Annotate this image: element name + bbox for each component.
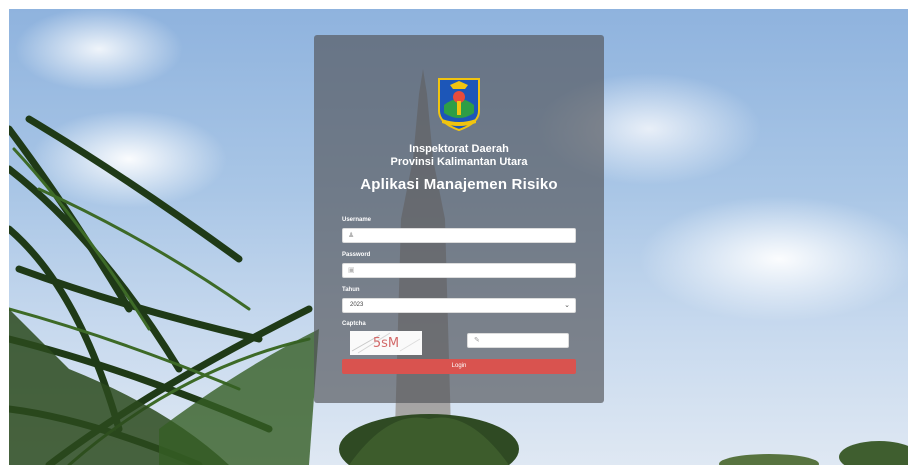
captcha-text: 5sM [372, 336, 400, 351]
user-icon: ♟ [348, 232, 355, 239]
tahun-selected-value: 2023 [350, 302, 364, 308]
top-margin [0, 0, 908, 9]
captcha-input[interactable] [484, 334, 564, 347]
captcha-label: Captcha [342, 321, 366, 327]
org-name-line1: Inspektorat Daerah [409, 143, 509, 155]
password-label: Password [342, 252, 371, 258]
login-panel: Inspektorat Daerah Provinsi Kalimantan U… [314, 35, 604, 403]
captcha-image: 5sM [350, 331, 422, 355]
province-emblem-logo [436, 75, 482, 132]
username-label: Username [342, 217, 372, 223]
username-input[interactable] [358, 229, 568, 242]
tahun-select[interactable]: 2023 ⌄ [342, 298, 576, 313]
chevron-down-icon: ⌄ [564, 302, 570, 309]
lock-icon: ▣ [348, 267, 355, 274]
username-field[interactable]: ♟ [342, 228, 576, 243]
org-name-line2: Provinsi Kalimantan Utara [390, 156, 528, 168]
pencil-icon: ✎ [474, 337, 480, 344]
password-input[interactable] [358, 264, 568, 277]
tahun-label: Tahun [342, 287, 360, 293]
captcha-field[interactable]: ✎ [467, 333, 569, 348]
login-button[interactable]: Login [342, 359, 576, 374]
password-field[interactable]: ▣ [342, 263, 576, 278]
app-title: Aplikasi Manajemen Risiko [360, 176, 558, 193]
